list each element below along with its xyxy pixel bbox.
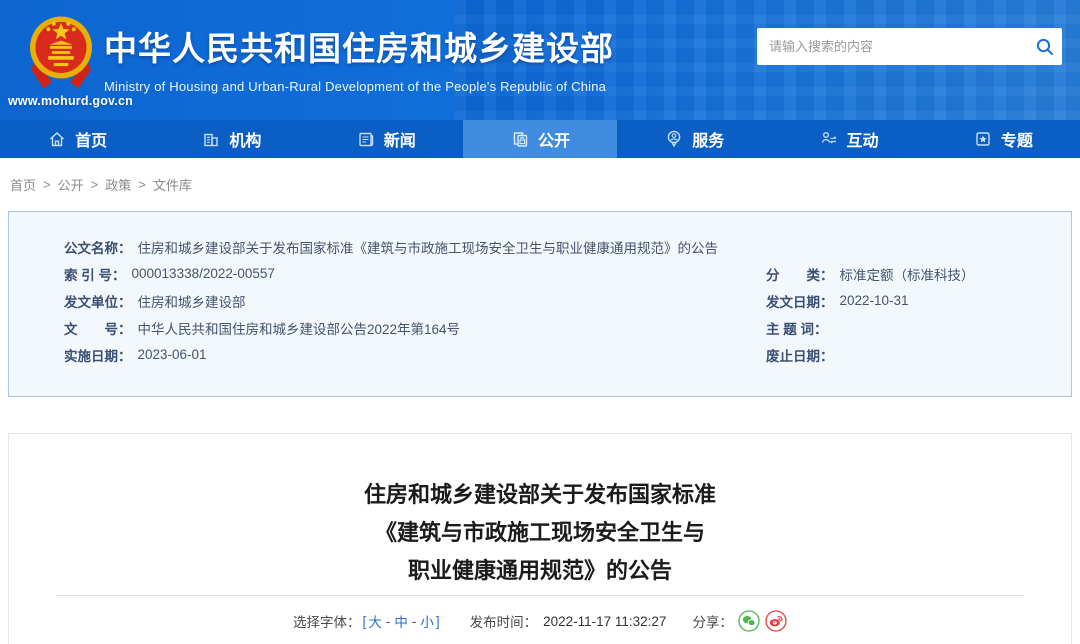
- service-icon: [664, 129, 684, 149]
- site-title: 中华人民共和国住房和城乡建设部: [104, 30, 614, 67]
- search-icon[interactable]: [1028, 37, 1062, 57]
- breadcrumb-separator: >: [43, 177, 51, 192]
- meta-label: 分 类：: [766, 267, 834, 283]
- breadcrumb: 首页 > 公开 > 政策 > 文件库: [0, 158, 1080, 211]
- article-title-line: 职业健康通用规范》的公告: [407, 558, 672, 583]
- breadcrumb-library[interactable]: 文件库: [153, 175, 192, 194]
- breadcrumb-disclosure[interactable]: 公开: [58, 175, 84, 194]
- nav-item-interaction[interactable]: 互动: [771, 120, 925, 158]
- national-emblem-logo: [22, 11, 100, 93]
- bracket-close: ]: [435, 613, 440, 629]
- site-title-block: 中华人民共和国住房和城乡建设部 Ministry of Housing and …: [104, 22, 614, 94]
- meta-value: 2023-06-01: [137, 347, 207, 362]
- nav-label: 专题: [1000, 133, 1033, 150]
- nav-label: 服务: [692, 133, 725, 150]
- meta-label: 主 题 词：: [766, 321, 828, 337]
- nav-item-organization[interactable]: 机构: [154, 120, 308, 158]
- disclosure-icon: [510, 129, 530, 149]
- article-panel: 住房和城乡建设部关于发布国家标准 《建筑与市政施工现场安全卫生与 职业健康通用规…: [8, 433, 1072, 644]
- share-label: 分享：: [692, 615, 733, 630]
- article-title-line: 住房和城乡建设部关于发布国家标准: [363, 482, 716, 507]
- article-title-line: 《建筑与市政施工现场安全卫生与: [374, 520, 705, 545]
- meta-label: 废止日期：: [766, 348, 834, 364]
- meta-label: 发文日期：: [766, 294, 834, 310]
- meta-label: 索 引 号：: [64, 267, 126, 283]
- meta-field-doc-name: 公文名称： 住房和城乡建设部关于发布国家标准《建筑与市政施工现场安全卫生与职业健…: [64, 237, 718, 257]
- meta-value: 2022-10-31: [839, 293, 909, 308]
- site-subtitle-en: Ministry of Housing and Urban-Rural Deve…: [104, 79, 607, 94]
- wechat-share-button[interactable]: [738, 610, 760, 632]
- font-selector-label: 选择字体：: [293, 615, 361, 630]
- home-icon: [47, 129, 67, 149]
- meta-value: 中华人民共和国住房和城乡建设部公告2022年第164号: [137, 321, 461, 337]
- meta-field-implement-date: 实施日期： 2023-06-01: [64, 345, 766, 365]
- main-navigation: 首页 机构 新闻 公开 服务 互动 专题: [0, 120, 1080, 158]
- meta-field-index-number: 索 引 号： 000013338/2022-00557: [64, 264, 766, 284]
- nav-label: 公开: [537, 133, 570, 150]
- news-icon: [356, 129, 376, 149]
- breadcrumb-home[interactable]: 首页: [10, 175, 36, 194]
- topics-icon: [973, 129, 993, 149]
- meta-value: 000013338/2022-00557: [131, 266, 275, 281]
- nav-label: 互动: [846, 133, 879, 150]
- meta-value: 住房和城乡建设部关于发布国家标准《建筑与市政施工现场安全卫生与职业健康通用规范》…: [137, 240, 719, 256]
- meta-field-abolish-date: 废止日期：: [766, 345, 840, 365]
- search-input[interactable]: [757, 28, 1028, 65]
- meta-field-issuing-unit: 发文单位： 住房和城乡建设部: [64, 291, 766, 311]
- article-title: 住房和城乡建设部关于发布国家标准 《建筑与市政施工现场安全卫生与 职业健康通用规…: [9, 476, 1071, 590]
- weibo-share-button[interactable]: [765, 610, 787, 632]
- publish-time-value: 2022-11-17 11:32:27: [543, 613, 667, 629]
- bracket-open: [: [362, 613, 367, 629]
- article-meta-bar: 选择字体： [ 大 - 中 - 小 ] 发布时间： 2022-11-17 11:…: [9, 610, 1071, 632]
- organization-icon: [201, 129, 221, 149]
- nav-item-home[interactable]: 首页: [0, 120, 154, 158]
- nav-item-service[interactable]: 服务: [617, 120, 771, 158]
- breadcrumb-policy[interactable]: 政策: [105, 175, 131, 194]
- meta-label: 公文名称：: [64, 240, 132, 256]
- meta-value: 标准定额（标准科技）: [839, 267, 975, 283]
- meta-value: 住房和城乡建设部: [137, 294, 246, 310]
- meta-label: 文 号：: [64, 321, 132, 337]
- share-bar: 分享：: [692, 610, 787, 632]
- font-size-small-button[interactable]: 小: [420, 611, 434, 631]
- nav-label: 新闻: [383, 133, 416, 150]
- meta-field-category: 分 类： 标准定额（标准科技）: [766, 264, 975, 284]
- site-url: www.mohurd.gov.cn: [8, 94, 133, 108]
- meta-field-subject-words: 主 题 词：: [766, 318, 834, 338]
- title-divider: [56, 595, 1024, 596]
- search-box[interactable]: [757, 28, 1062, 65]
- meta-field-doc-number: 文 号： 中华人民共和国住房和城乡建设部公告2022年第164号: [64, 318, 766, 338]
- breadcrumb-separator: >: [138, 177, 146, 192]
- nav-label: 首页: [75, 133, 108, 150]
- nav-item-disclosure[interactable]: 公开: [462, 120, 618, 158]
- nav-label: 机构: [229, 133, 262, 150]
- meta-label: 实施日期：: [64, 348, 132, 364]
- meta-field-issue-date: 发文日期： 2022-10-31: [766, 291, 909, 311]
- site-header: www.mohurd.gov.cn 中华人民共和国住房和城乡建设部 Minist…: [0, 0, 1080, 120]
- font-size-selector: 选择字体： [ 大 - 中 - 小 ]: [293, 611, 442, 631]
- breadcrumb-separator: >: [90, 177, 99, 192]
- publish-time: 发布时间： 2022-11-17 11:32:27: [470, 611, 667, 631]
- font-size-medium-button[interactable]: 中: [394, 611, 408, 631]
- dash-separator: -: [385, 613, 391, 629]
- interaction-icon: [819, 129, 839, 149]
- meta-label: 发文单位：: [64, 294, 132, 310]
- nav-item-topics[interactable]: 专题: [926, 120, 1080, 158]
- dash-separator: -: [411, 613, 417, 629]
- publish-time-label: 发布时间：: [469, 615, 538, 630]
- nav-item-news[interactable]: 新闻: [309, 120, 463, 158]
- document-meta-panel: 公文名称： 住房和城乡建设部关于发布国家标准《建筑与市政施工现场安全卫生与职业健…: [8, 211, 1072, 397]
- font-size-large-button[interactable]: 大: [368, 611, 382, 631]
